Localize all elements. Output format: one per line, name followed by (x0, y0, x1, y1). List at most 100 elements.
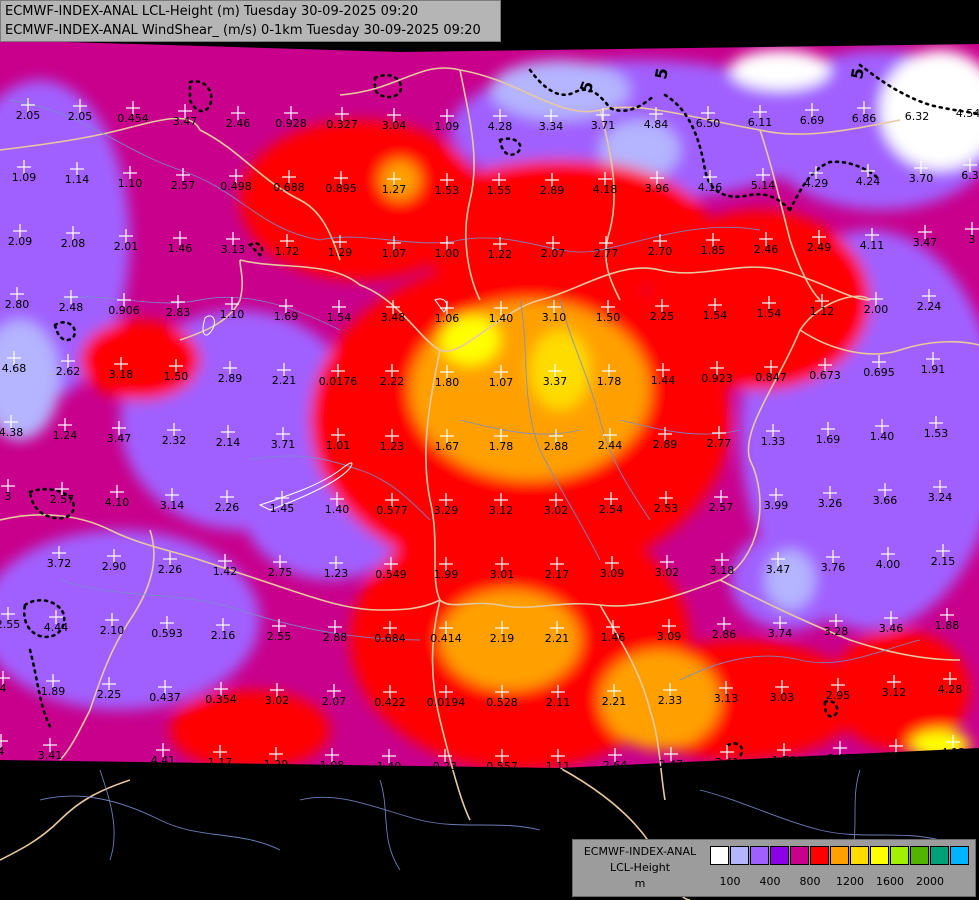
station-value: 2.49 (807, 241, 832, 254)
map-canvas[interactable]: 5 5 5 2.05 2.05 0.454 3.47 2.46 0.928 0.327 3.0… (0, 0, 979, 900)
station-value: 1.67 (435, 440, 460, 453)
color-legend: ECMWF-INDEX-ANAL LCL-Height m 100 400 800 1… (572, 839, 976, 897)
station-value: 1.69 (816, 433, 841, 446)
station-value: 2.44 (598, 439, 623, 452)
station-value: 0.498 (220, 180, 252, 193)
station-value: 3.99 (764, 499, 789, 512)
station-value: 0.923 (701, 372, 733, 385)
station-value: 2.21 (272, 374, 297, 387)
station-value: 3.34 (539, 120, 564, 133)
station-value: 1.12 (810, 305, 835, 318)
station-value: 3.10 (542, 311, 567, 324)
station-value: 3.74 (768, 627, 793, 640)
station-value: 3.12 (489, 504, 514, 517)
station-value: 2.46 (226, 117, 251, 130)
station-value: 2.05 (68, 110, 93, 123)
station-value: 2.83 (166, 306, 191, 319)
station-value: 6.32 (905, 110, 930, 123)
station-value: 2.57 (709, 501, 734, 514)
station-value: 3.26 (818, 497, 843, 510)
station-value: 4 (0, 682, 7, 695)
station-value: 2.80 (5, 298, 30, 311)
station-value: 2.77 (594, 247, 619, 260)
station-value: 1.80 (435, 376, 460, 389)
station-value: 0.906 (108, 304, 140, 317)
station-value: 4.41 (151, 754, 176, 767)
legend-title-model: ECMWF-INDEX-ANAL (583, 845, 697, 858)
station-value: 2.25 (97, 688, 122, 701)
station-value: 2.26 (158, 563, 183, 576)
station-value: 4 (0, 745, 5, 758)
station-value: 2.70 (648, 245, 673, 258)
station-value: 3.12 (882, 686, 907, 699)
station-value: 1.23 (324, 567, 349, 580)
station-value: 2.88 (544, 440, 569, 453)
station-value: 1.06 (435, 312, 460, 325)
station-value: 1.99 (434, 568, 459, 581)
station-value: 1.27 (382, 183, 407, 196)
station-value: 2.19 (490, 632, 515, 645)
station-value: 2.64 (603, 759, 628, 772)
station-value: 1.17 (208, 756, 233, 769)
station-value: 0.354 (205, 693, 237, 706)
legend-title-variable: LCL-Height (609, 861, 671, 874)
station-value: 2.08 (61, 237, 86, 250)
station-value: 4.28 (938, 683, 963, 696)
station-value: 3.02 (544, 504, 569, 517)
station-value: 3.96 (645, 182, 670, 195)
station-value: 4.16 (698, 181, 723, 194)
station-value: 2.14 (216, 436, 241, 449)
station-value: 3 (969, 233, 976, 246)
legend-swatch (830, 846, 849, 865)
station-value: 0.688 (273, 181, 305, 194)
station-value: 2.21 (545, 632, 570, 645)
station-value: 2.32 (162, 434, 187, 447)
station-value: 3 (5, 490, 12, 503)
station-value: 0.684 (374, 632, 406, 645)
station-value: 2.25 (650, 310, 675, 323)
station-value: 1.40 (870, 430, 895, 443)
station-value: 1.10 (220, 308, 245, 321)
station-value: 1.40 (325, 503, 350, 516)
station-value: 2.46 (754, 243, 779, 256)
station-value: 3.47 (766, 563, 791, 576)
title-line-windshear: ECMWF-INDEX-ANAL WindShear_ (m/s) 0-1km … (5, 23, 481, 38)
title-line-lcl-height: ECMWF-INDEX-ANAL LCL-Height (m) Tuesday … (5, 4, 419, 19)
station-value: 2.05 (16, 109, 41, 122)
station-value: 1.53 (435, 184, 460, 197)
station-value: 2.01 (114, 240, 139, 253)
station-value: 2.89 (653, 438, 678, 451)
station-value: 3.71 (591, 119, 616, 132)
station-value: 0.528 (486, 696, 518, 709)
station-value: 1.88 (935, 619, 960, 632)
station-value: 3.66 (873, 494, 898, 507)
legend-swatch (730, 846, 749, 865)
station-value: 1.78 (597, 375, 622, 388)
station-value: 3.47 (107, 432, 132, 445)
station-value: 1.09 (12, 171, 37, 184)
station-value: 2.89 (540, 184, 565, 197)
station-value: 1.50 (596, 311, 621, 324)
station-value: 1.54 (757, 307, 782, 320)
station-value: 1.14 (65, 173, 90, 186)
station-value: 2.90 (102, 560, 127, 573)
station-value: 1.53 (924, 427, 949, 440)
station-value: 4.24 (856, 175, 881, 188)
legend-unit: m (634, 877, 646, 890)
station-value: 0.454 (117, 112, 149, 125)
legend-swatch (890, 846, 909, 865)
legend-tick-label: 1200 (836, 875, 864, 888)
station-value: 0.437 (149, 691, 181, 704)
legend-swatch (710, 846, 729, 865)
station-value: 4.38 (0, 426, 23, 439)
station-value: 4.44 (44, 621, 69, 634)
station-value: 3.13 (714, 692, 739, 705)
legend-swatch (750, 846, 769, 865)
legend-swatch (810, 846, 829, 865)
station-value: 2.09 (8, 235, 33, 248)
station-value: 2.75 (268, 566, 293, 579)
station-value: 4.10 (105, 496, 130, 509)
station-value: 2.21 (602, 695, 627, 708)
station-value: 1.91 (921, 363, 946, 376)
station-value: 2.10 (100, 624, 125, 637)
